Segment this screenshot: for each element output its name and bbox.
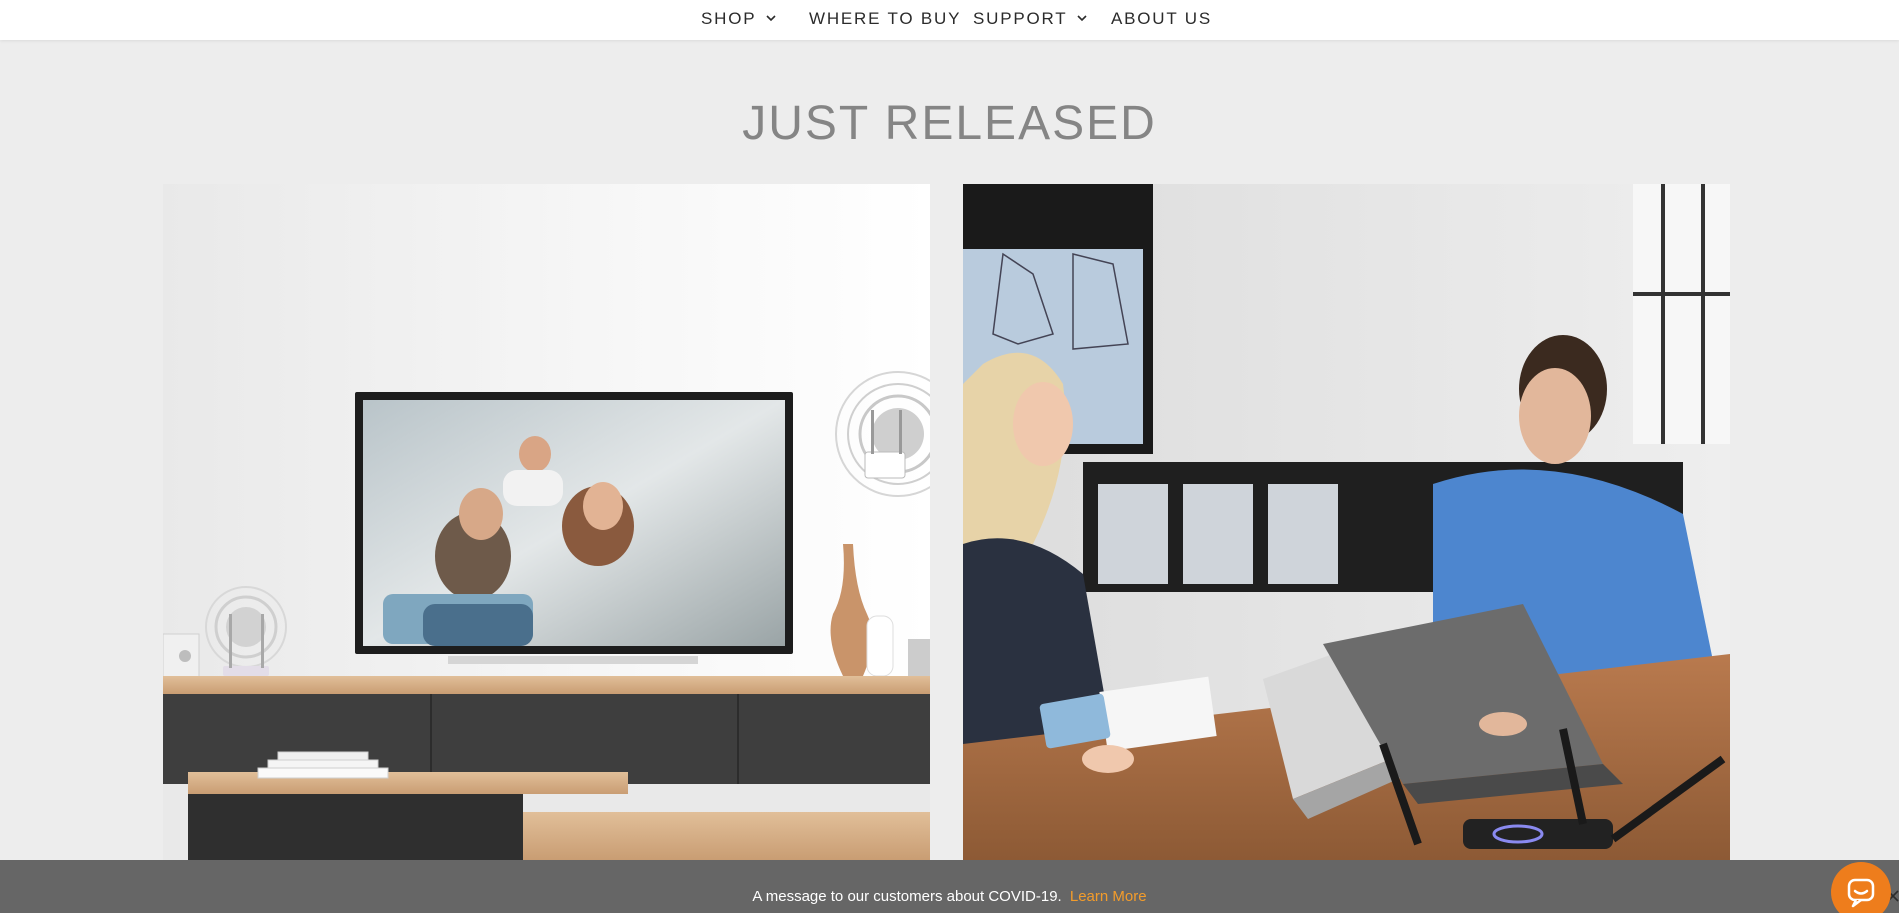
nav-item-label: SUPPORT bbox=[973, 9, 1068, 28]
nav-item-label: SHOP bbox=[701, 9, 757, 28]
section-title: JUST RELEASED bbox=[742, 97, 1157, 150]
covid-message-text: A message to our customers about COVID-1… bbox=[752, 888, 1062, 905]
chevron-down-icon bbox=[766, 15, 776, 22]
nav-item-label: ABOUT US bbox=[1111, 9, 1212, 28]
top-navigation: SHOP WHERE TO BUY SUPPORT ABOUT US bbox=[0, 0, 1899, 40]
nav-item-about-us[interactable]: ABOUT US bbox=[1111, 0, 1212, 40]
promo-image-living-room[interactable] bbox=[163, 184, 930, 860]
nav-item-label: WHERE TO BUY bbox=[809, 9, 962, 28]
nav-item-where-to-buy[interactable]: WHERE TO BUY bbox=[809, 0, 961, 40]
promo-image-office[interactable] bbox=[963, 184, 1730, 860]
office-photo bbox=[963, 184, 1730, 860]
covid-message: A message to our customers about COVID-1… bbox=[0, 888, 1899, 905]
chat-bubble-icon bbox=[1847, 878, 1875, 908]
live-chat-button[interactable] bbox=[1831, 862, 1891, 913]
living-room-photo bbox=[163, 184, 930, 860]
learn-more-link[interactable]: Learn More bbox=[1070, 888, 1147, 905]
covid-message-banner: A message to our customers about COVID-1… bbox=[0, 860, 1899, 913]
chevron-down-icon bbox=[1077, 15, 1088, 22]
nav-item-support[interactable]: SUPPORT bbox=[973, 0, 1089, 40]
nav-item-shop[interactable]: SHOP bbox=[701, 0, 778, 40]
